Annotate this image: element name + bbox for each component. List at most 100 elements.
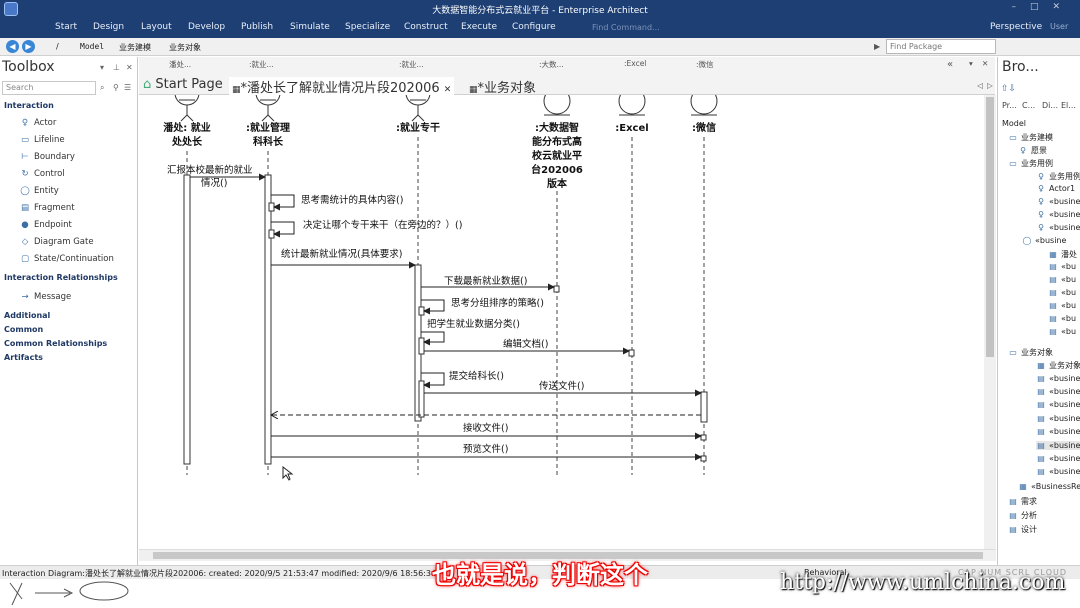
message-label-3[interactable]: 决定让哪个专干来干（在旁边的？）(): [303, 219, 462, 231]
lifeline-name-4d[interactable]: 台202006: [531, 163, 583, 176]
tree-node[interactable]: ♀ Actor1: [1036, 184, 1075, 193]
message-label-12[interactable]: 预览文件(): [463, 443, 508, 455]
activation-bar-3a[interactable]: [418, 306, 425, 316]
browser-tab-project[interactable]: Pr...: [1002, 101, 1017, 110]
tree-node[interactable]: ▤ «bu: [1048, 301, 1076, 310]
tree-node[interactable]: ▤ «bu: [1048, 275, 1076, 284]
activation-bar-4[interactable]: [553, 285, 560, 293]
vertical-scrollbar[interactable]: [984, 95, 996, 551]
lifeline-name-4e[interactable]: 版本: [547, 177, 568, 190]
lifeline-name-2b[interactable]: 科科长: [253, 135, 284, 148]
tab-scroll-left-icon[interactable]: ◁: [977, 81, 983, 90]
actor-figure-3[interactable]: [405, 95, 431, 122]
find-command-input[interactable]: Find Command...: [592, 23, 660, 32]
tab-start-page[interactable]: ⌂ Start Page: [143, 77, 223, 92]
ribbon-tab-construct[interactable]: Construct: [404, 22, 448, 32]
message-label-9[interactable]: 提交给科长(): [449, 370, 504, 382]
tree-node[interactable]: ▤ «busine: [1036, 414, 1080, 423]
section-common-relationships[interactable]: Common Relationships: [4, 339, 107, 348]
ribbon-tab-execute[interactable]: Execute: [461, 22, 497, 32]
activation-bar-3c[interactable]: [418, 380, 425, 418]
message-label-8[interactable]: 编辑文档(): [503, 338, 548, 350]
ribbon-tab-publish[interactable]: Publish: [241, 22, 273, 32]
tree-node[interactable]: ♀ 愿景: [1018, 145, 1047, 156]
lifeline-name-4c[interactable]: 校云就业平: [532, 149, 582, 162]
tree-node[interactable]: ▤ «bu: [1048, 262, 1076, 271]
toolbox-item-control[interactable]: ↻ Control: [20, 169, 64, 179]
message-label-11[interactable]: 接收文件(): [463, 422, 508, 434]
lifeline-name-1a[interactable]: 潘处: 就业: [163, 121, 210, 134]
entity-figure-4[interactable]: [543, 95, 571, 116]
forward-icon[interactable]: ▶: [22, 40, 35, 53]
tree-node[interactable]: ▭ 业务用例: [1008, 158, 1053, 169]
section-common[interactable]: Common: [4, 325, 43, 334]
entity-figure-5[interactable]: [618, 95, 646, 116]
tree-node[interactable]: ▦ 业务对象: [1036, 360, 1080, 371]
tree-node[interactable]: ▤ «busine: [1036, 387, 1080, 396]
tree-node-selected[interactable]: ▤ «busine: [1036, 441, 1080, 450]
ribbon-tab-configure[interactable]: Configure: [512, 22, 556, 32]
lifeline-header-2[interactable]: :就业...: [249, 59, 274, 70]
toolbox-item-fragment[interactable]: ▤ Fragment: [20, 203, 75, 213]
ribbon-tab-start[interactable]: Start: [55, 22, 77, 32]
lifeline-name-3a[interactable]: :就业专干: [396, 121, 440, 134]
lifeline-name-1b[interactable]: 处处长: [171, 135, 203, 148]
tab-scroll-right-icon[interactable]: ▷: [987, 81, 993, 90]
toolbox-search-input[interactable]: Search: [2, 81, 96, 95]
search-icon[interactable]: ⌕: [100, 83, 104, 93]
tree-node[interactable]: ▤ 分析: [1008, 510, 1037, 521]
lifeline-name-2a[interactable]: :就业管理: [246, 121, 290, 134]
double-chevron-icon[interactable]: «: [947, 59, 953, 70]
section-artifacts[interactable]: Artifacts: [4, 353, 43, 362]
close-icon[interactable]: ✕: [126, 63, 133, 72]
activation-bar-2a[interactable]: [268, 202, 275, 212]
tree-node[interactable]: ▤ «busine: [1036, 427, 1080, 436]
lifeline-header-6[interactable]: :微信: [696, 59, 714, 70]
toolbox-item-diagram-gate[interactable]: ◇ Diagram Gate: [20, 237, 94, 247]
up-arrow-icon[interactable]: ⇧⇩: [1001, 84, 1016, 94]
section-interaction[interactable]: Interaction: [4, 101, 54, 110]
ribbon-tab-layout[interactable]: Layout: [141, 22, 172, 32]
message-label-10[interactable]: 传送文件(): [539, 380, 584, 392]
lifeline-header-3[interactable]: :就业...: [399, 59, 424, 70]
browser-tab-element[interactable]: El...: [1061, 101, 1076, 110]
breadcrumb-business-modeling[interactable]: 业务建模: [119, 42, 151, 53]
message-label-7[interactable]: 把学生就业数据分类(): [427, 318, 520, 330]
activation-bar-6[interactable]: [700, 391, 708, 423]
tree-node[interactable]: ◯ «busine: [1022, 236, 1067, 245]
lifeline-header-5[interactable]: :Excel: [624, 59, 646, 68]
activation-bar-2[interactable]: [264, 174, 272, 465]
entity-figure-6[interactable]: [690, 95, 718, 116]
lifeline-header-1[interactable]: 潘处...: [169, 59, 191, 70]
section-interaction-relationships[interactable]: Interaction Relationships: [4, 273, 118, 282]
tree-node[interactable]: ▤ 设计: [1008, 524, 1037, 535]
close-icon[interactable]: ✕: [982, 59, 988, 68]
scroll-thumb[interactable]: [986, 97, 994, 357]
message-label-6[interactable]: 思考分组排序的策略(): [451, 297, 544, 309]
lifeline-name-4b[interactable]: 能分布式高: [532, 135, 582, 148]
toolbox-item-entity[interactable]: ◯ Entity: [20, 186, 59, 196]
tree-node[interactable]: ▤ «busine: [1036, 374, 1080, 383]
tree-node[interactable]: ♀ «busine: [1036, 197, 1080, 206]
back-icon[interactable]: ◀: [6, 40, 19, 53]
tree-node-model[interactable]: Model: [1002, 119, 1026, 128]
browser-tab-diagram[interactable]: Di...: [1042, 101, 1058, 110]
menu-icon[interactable]: ☰: [124, 83, 131, 92]
message-label-1a[interactable]: 汇报本校最新的就业: [167, 164, 253, 176]
tree-node[interactable]: ▤ «busine: [1036, 467, 1080, 476]
tree-node[interactable]: ▦ 潘处: [1048, 249, 1077, 260]
ribbon-tab-develop[interactable]: Develop: [188, 22, 225, 32]
tree-node[interactable]: ▦ «BusinessRe: [1018, 482, 1080, 491]
diagram-canvas[interactable]: 潘处: 就业 处处长 :就业管理 科科长 :就业专干 :大数据智 能分布式高 校…: [139, 95, 984, 547]
find-icon[interactable]: ⚲: [113, 83, 119, 92]
lifeline-header-4[interactable]: :大数...: [539, 59, 564, 70]
ribbon-tab-specialize[interactable]: Specialize: [345, 22, 390, 32]
tree-node[interactable]: ♀ «busine: [1036, 210, 1080, 219]
window-controls[interactable]: –□✕: [1011, 2, 1074, 12]
activation-bar-5[interactable]: [628, 349, 635, 357]
lifeline-name-4a[interactable]: :大数据智: [535, 121, 579, 134]
toolbox-item-actor[interactable]: ♀ Actor: [20, 118, 57, 128]
ribbon-tab-design[interactable]: Design: [93, 22, 124, 32]
message-label-4[interactable]: 统计最新就业情况(具体要求): [281, 248, 402, 260]
section-additional[interactable]: Additional: [4, 311, 50, 320]
